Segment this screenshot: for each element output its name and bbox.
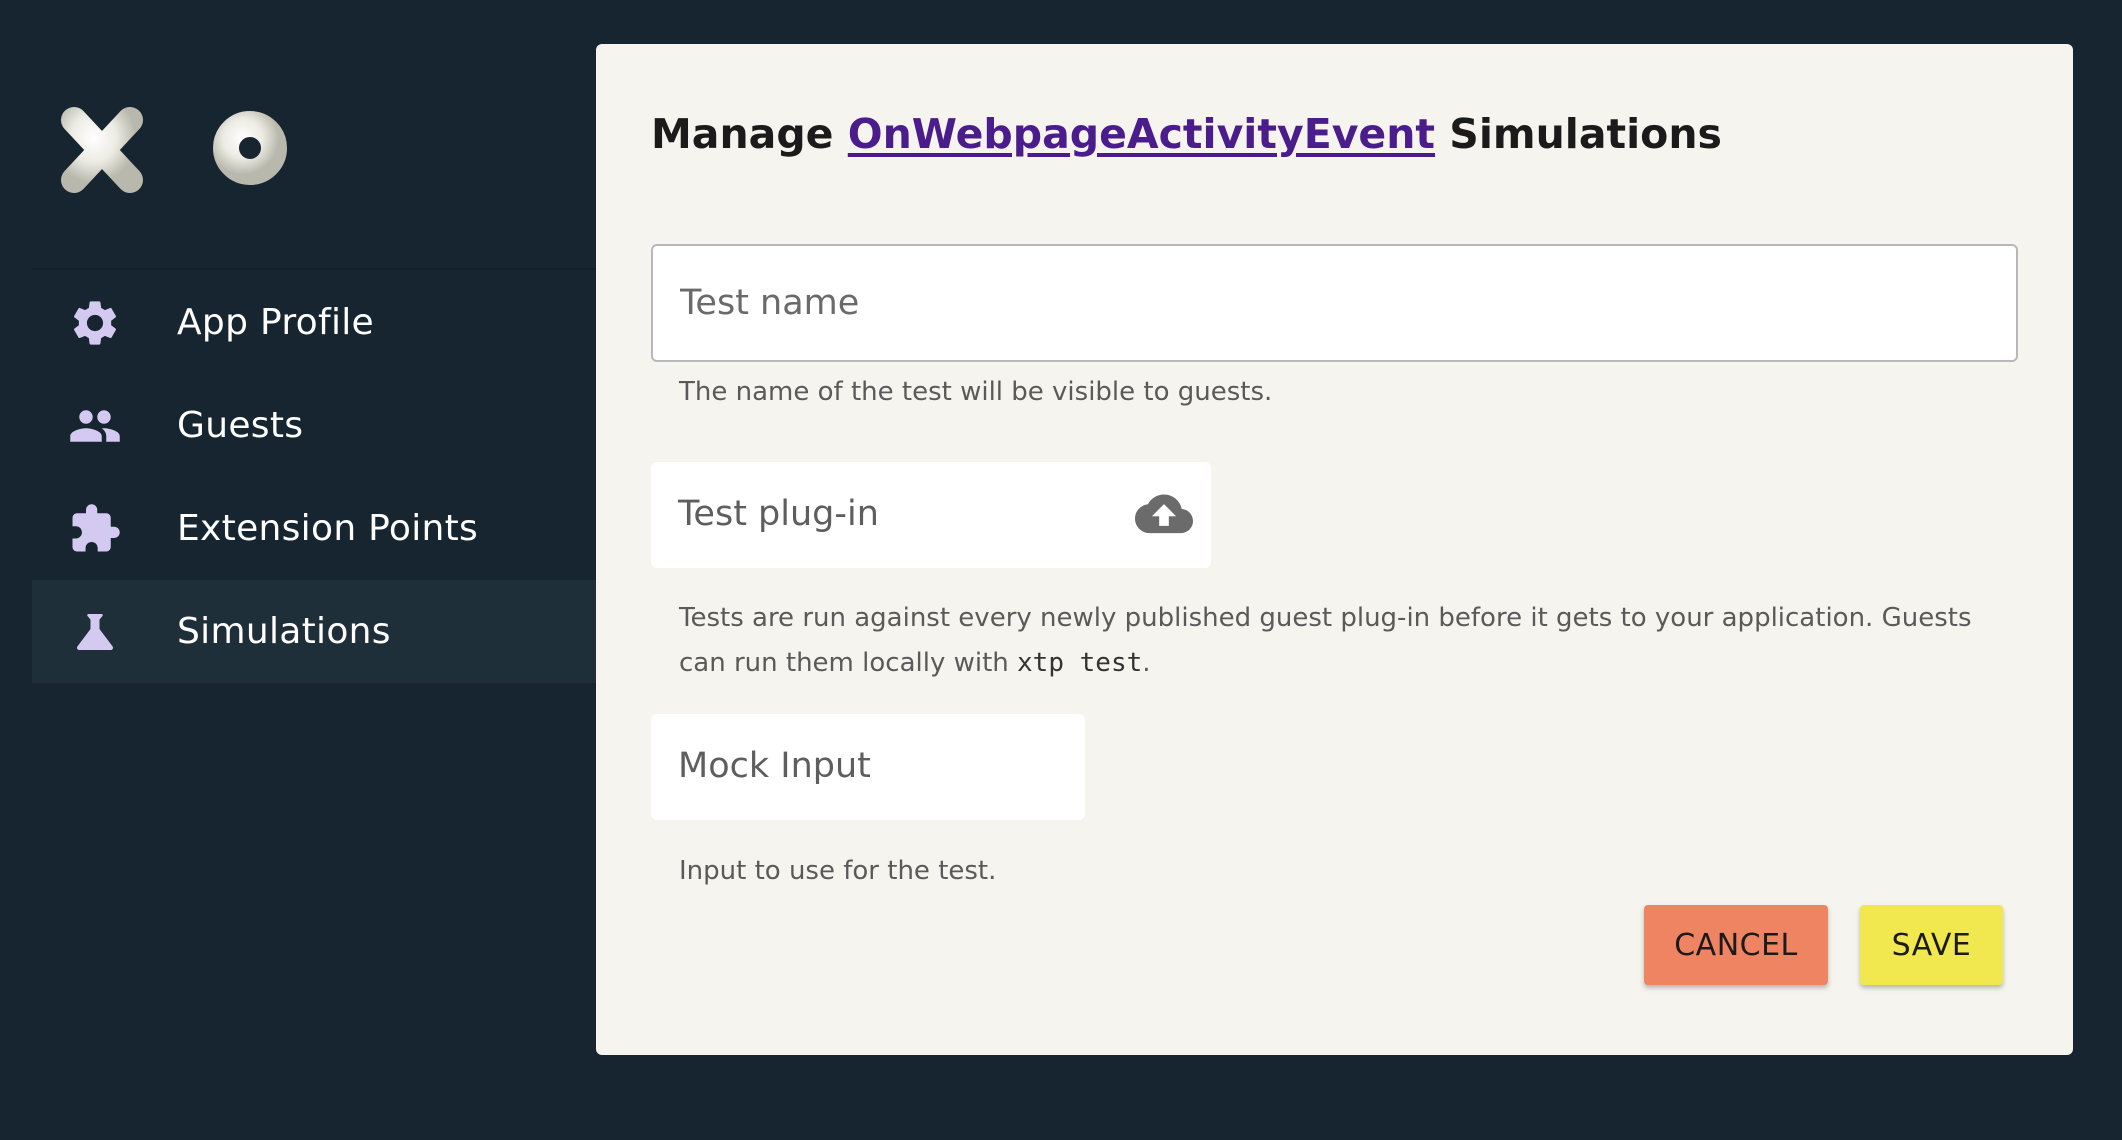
save-button[interactable]: SAVE bbox=[1860, 905, 2003, 985]
cli-command: xtp test bbox=[1017, 648, 1143, 678]
mock-input-field[interactable]: Mock Input bbox=[651, 714, 1085, 820]
sidebar-item-simulations[interactable]: Simulations bbox=[32, 580, 597, 683]
cloud-upload-icon[interactable] bbox=[1135, 492, 1193, 538]
sidebar-item-label: Guests bbox=[177, 405, 304, 446]
page-title: Manage OnWebpageActivityEvent Simulation… bbox=[651, 110, 1722, 158]
sidebar-item-label: App Profile bbox=[177, 302, 375, 343]
title-suffix: Simulations bbox=[1435, 110, 1722, 158]
sidebar-item-extension-points[interactable]: Extension Points bbox=[32, 477, 597, 580]
puzzle-icon bbox=[66, 500, 124, 558]
title-prefix: Manage bbox=[651, 110, 848, 158]
people-icon bbox=[66, 397, 124, 455]
xtp-logo[interactable] bbox=[52, 50, 292, 230]
extension-point-link[interactable]: OnWebpageActivityEvent bbox=[848, 110, 1435, 158]
flask-icon bbox=[66, 603, 124, 661]
test-plugin-upload[interactable]: Test plug-in bbox=[651, 462, 1211, 568]
cancel-button[interactable]: CANCEL bbox=[1644, 905, 1828, 985]
test-plugin-label: Test plug-in bbox=[678, 494, 879, 534]
simulation-panel: Manage OnWebpageActivityEvent Simulation… bbox=[596, 44, 2073, 1055]
sidebar-item-app-profile[interactable]: App Profile bbox=[32, 271, 597, 374]
gear-icon bbox=[66, 294, 124, 352]
test-name-input[interactable] bbox=[651, 244, 2018, 362]
sidebar-divider bbox=[32, 268, 597, 270]
test-plugin-helper: Tests are run against every newly publis… bbox=[679, 596, 2019, 686]
mock-input-label: Mock Input bbox=[678, 746, 871, 786]
test-plugin-helper-text: Tests are run against every newly publis… bbox=[679, 603, 1972, 678]
test-plugin-helper-end: . bbox=[1142, 648, 1151, 678]
sidebar-item-label: Extension Points bbox=[177, 508, 479, 549]
sidebar-item-label: Simulations bbox=[177, 611, 391, 652]
sidebar-item-guests[interactable]: Guests bbox=[32, 374, 597, 477]
sidebar-nav: App Profile Guests Extension Points Simu… bbox=[32, 271, 597, 683]
test-name-helper: The name of the test will be visible to … bbox=[679, 377, 1273, 407]
mock-input-helper: Input to use for the test. bbox=[679, 856, 997, 886]
